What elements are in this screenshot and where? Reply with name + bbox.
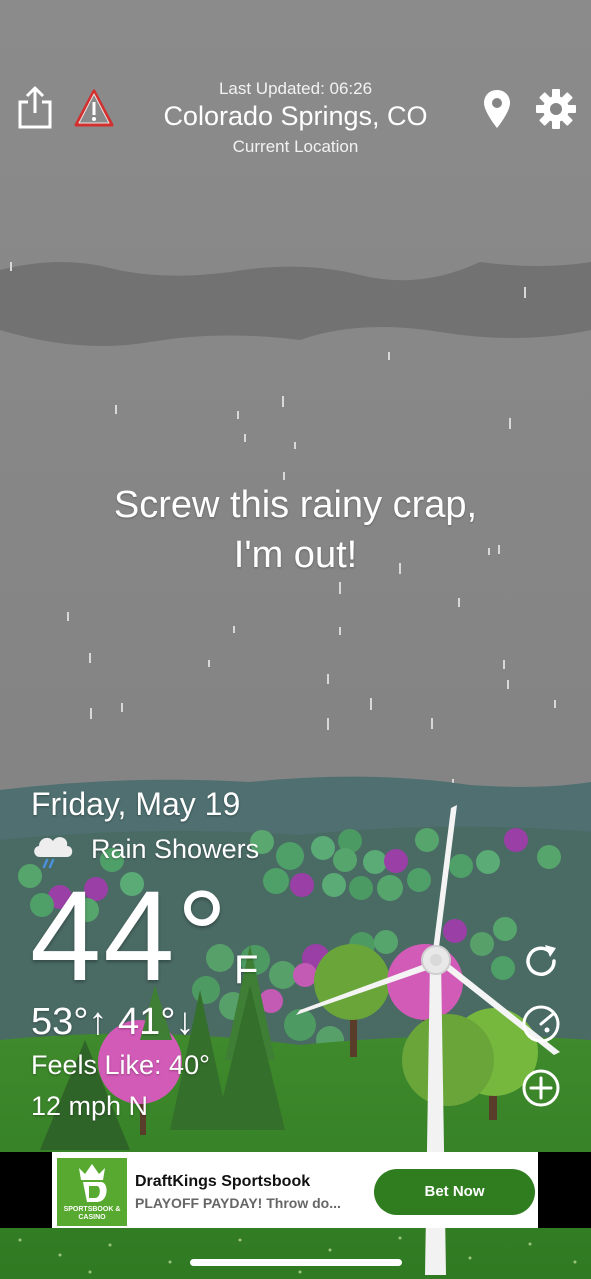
temperature-unit[interactable]: F [234, 948, 258, 993]
quip-line-2: I'm out! [233, 534, 358, 576]
feels-like-temperature: Feels Like: 40° [31, 1050, 210, 1080]
quip-line-1: Screw this rainy crap, [113, 484, 478, 526]
condition-label: Rain Showers [91, 834, 260, 864]
location-pin-icon[interactable] [483, 88, 511, 130]
draftkings-logo: SPORTSBOOK & CASINO [57, 1158, 127, 1226]
radar-icon[interactable] [521, 1004, 561, 1044]
ad-card[interactable]: SPORTSBOOK & CASINO DraftKings Sportsboo… [52, 1152, 538, 1228]
wind-speed: 12 mph N [31, 1091, 149, 1121]
zoom-in-icon[interactable] [521, 1068, 561, 1108]
weather-scene-illustration [0, 0, 591, 1279]
settings-gear-icon[interactable] [535, 88, 577, 130]
ad-logo-text: SPORTSBOOK & CASINO [63, 1206, 121, 1221]
ad-subtitle: PLAYOFF PAYDAY! Throw do... [135, 1195, 341, 1211]
current-temperature: 44° [30, 865, 230, 1008]
weather-quip: Screw this rainy crap, I'm out! [40, 480, 551, 580]
draftkings-crown-icon [79, 1164, 107, 1202]
ad-title: DraftKings Sportsbook [135, 1173, 311, 1190]
location-subtitle: Current Location [232, 137, 359, 156]
high-low-temperature: 53°↑ 41°↓ [31, 1001, 195, 1043]
current-date: Friday, May 19 [31, 786, 241, 822]
home-indicator[interactable] [190, 1259, 402, 1266]
bet-now-button[interactable]: Bet Now [374, 1169, 535, 1215]
top-bar: Last Updated: 06:26 Colorado Springs, CO… [0, 0, 591, 170]
ad-banner[interactable]: SPORTSBOOK & CASINO DraftKings Sportsboo… [0, 1152, 591, 1228]
refresh-icon[interactable] [521, 941, 561, 981]
